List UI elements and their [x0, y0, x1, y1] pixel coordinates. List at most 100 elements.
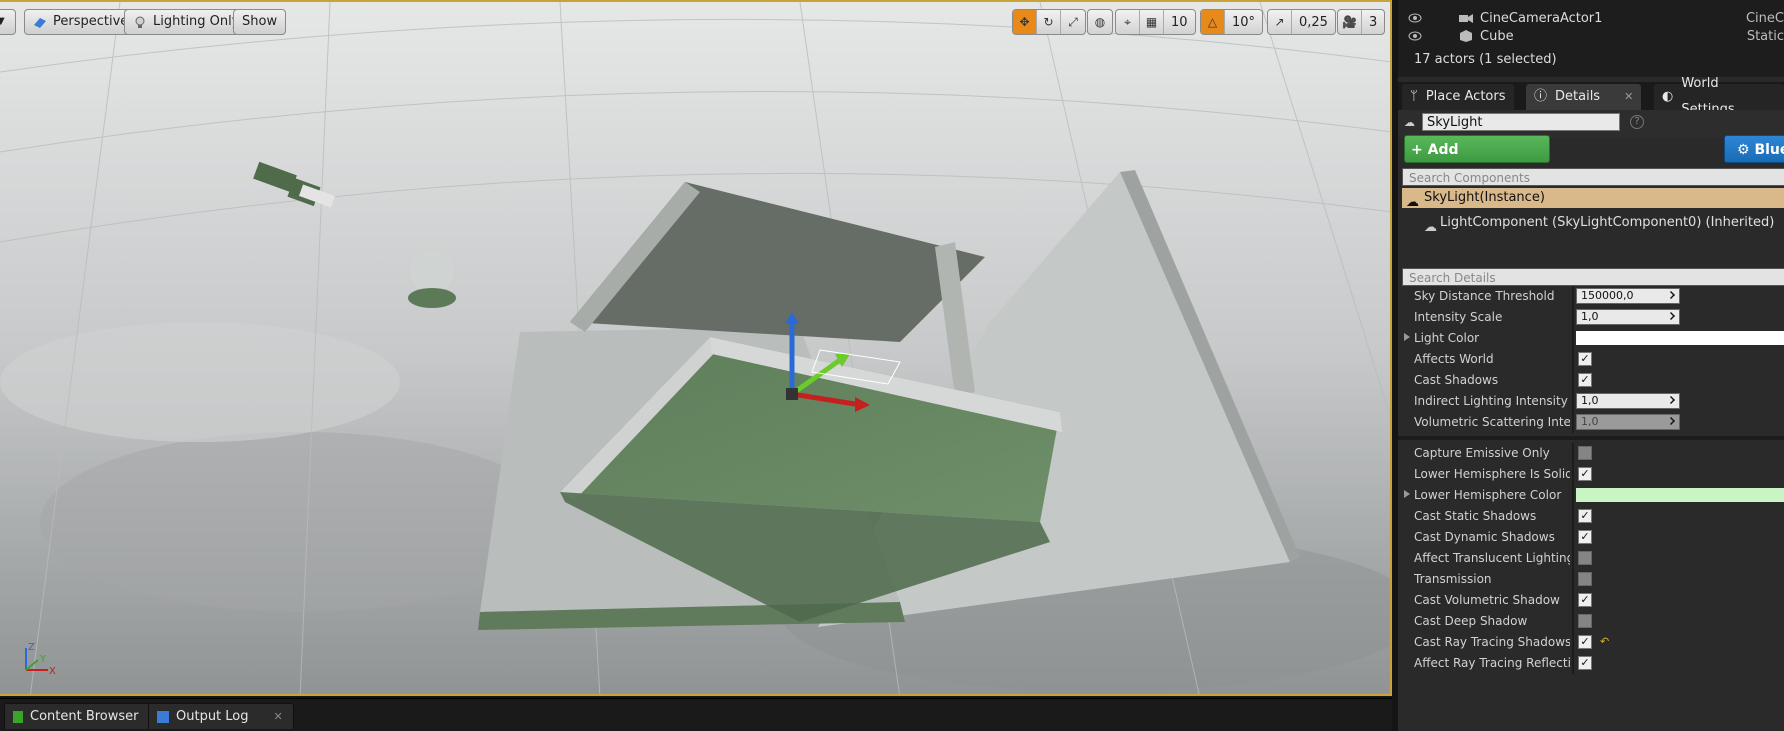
- outliner-row[interactable]: CineCameraActor1 CineC: [1398, 9, 1784, 27]
- capture-emissive-only-checkbox[interactable]: [1578, 446, 1592, 460]
- prop-sky-distance-threshold: Sky Distance Threshold 150000,0: [1398, 286, 1784, 307]
- prop-label: Sky Distance Threshold: [1414, 289, 1555, 303]
- close-icon[interactable]: ✕: [274, 705, 283, 729]
- tab-world-settings[interactable]: ◐ World Settings: [1654, 76, 1784, 117]
- scale-snap-value[interactable]: 0,25: [1292, 10, 1335, 34]
- divider: [1572, 653, 1574, 674]
- help-icon[interactable]: ?: [1630, 115, 1644, 129]
- actor-name-row: ☁ SkyLight ?: [1398, 110, 1784, 138]
- divider: [1572, 370, 1574, 391]
- prop-label: Cast Volumetric Shadow: [1414, 593, 1560, 607]
- blueprint-label: Blue: [1754, 142, 1784, 158]
- light-color-swatch[interactable]: [1576, 331, 1784, 345]
- indirect-lighting-intensity-field[interactable]: 1,0: [1576, 393, 1680, 409]
- divider: [1572, 569, 1574, 590]
- prop-transmission: Transmission: [1398, 569, 1784, 590]
- field-value: 1,0: [1581, 310, 1599, 323]
- show-flags-button[interactable]: Show: [233, 9, 287, 35]
- tab-output-log[interactable]: Output Log ✕: [148, 703, 294, 729]
- transmission-checkbox[interactable]: [1578, 572, 1592, 586]
- grid-snap-group: ⌖ ▦ 10: [1115, 9, 1196, 35]
- rotation-snap-value[interactable]: 10°: [1225, 10, 1262, 34]
- search-details-input[interactable]: Search Details: [1402, 268, 1784, 286]
- expand-arrow-icon[interactable]: [1404, 490, 1410, 498]
- field-value: 150000,0: [1581, 289, 1634, 302]
- cast-deep-shadow-checkbox[interactable]: [1578, 614, 1592, 628]
- drag-arrows-icon: [1667, 417, 1675, 425]
- view-mode-button[interactable]: Perspective: [24, 9, 138, 35]
- volumetric-scattering-intensity-field[interactable]: 1,0: [1576, 414, 1680, 430]
- cast-static-shadows-checkbox[interactable]: ✓: [1578, 509, 1592, 523]
- viewport-options-button[interactable]: ▼: [0, 9, 16, 35]
- axis-x-label: X: [49, 666, 56, 677]
- component-child-row[interactable]: ☁ LightComponent (SkyLightComponent0) (I…: [1402, 213, 1784, 235]
- visibility-eye-icon[interactable]: [1408, 13, 1422, 23]
- transform-mode-group: ✥ ↻ ⤢: [1012, 9, 1086, 35]
- outliner-row-type: CineC: [1745, 10, 1784, 26]
- grid-snap-value[interactable]: 10: [1164, 10, 1195, 34]
- camera-speed-icon[interactable]: 🎥: [1338, 10, 1362, 34]
- prop-label: Light Color: [1414, 331, 1480, 345]
- lightbulb-icon: [135, 16, 145, 28]
- divider: [1572, 412, 1574, 433]
- affect-translucent-lighting-checkbox[interactable]: [1578, 551, 1592, 565]
- scale-snap-icon[interactable]: ↗: [1268, 10, 1292, 34]
- prop-label: Cast Ray Tracing Shadows: [1414, 635, 1570, 649]
- prop-light-color: Light Color: [1398, 328, 1784, 349]
- rotate-mode-icon[interactable]: ↻: [1037, 10, 1061, 34]
- camera-speed-value[interactable]: 3: [1362, 10, 1384, 34]
- divider: [1572, 307, 1574, 328]
- lower-hemisphere-color-swatch[interactable]: [1576, 488, 1784, 502]
- lighting-mode-label: Lighting Only: [153, 14, 240, 29]
- scene-render: [0, 2, 1390, 694]
- close-icon[interactable]: ✕: [1624, 84, 1633, 110]
- affects-world-checkbox[interactable]: ✓: [1578, 352, 1592, 366]
- outliner-row[interactable]: Cube Static: [1398, 27, 1784, 45]
- expand-arrow-icon[interactable]: [1404, 333, 1410, 341]
- surface-snap-icon[interactable]: ⌖: [1116, 10, 1140, 34]
- divider: [1572, 464, 1574, 485]
- field-value: 1,0: [1581, 394, 1599, 407]
- camera-actor-icon: [1459, 14, 1473, 23]
- place-actors-icon: ᛘ: [1410, 89, 1418, 104]
- add-component-button[interactable]: + Add Component ▾: [1404, 135, 1550, 186]
- tab-place-actors[interactable]: ᛘ Place Actors: [1402, 84, 1514, 110]
- rotation-snap-icon[interactable]: △: [1201, 10, 1225, 34]
- drag-arrows-icon: [1667, 396, 1675, 404]
- world-space-icon[interactable]: ◍: [1088, 10, 1112, 34]
- tab-details[interactable]: ⓘ Details ✕: [1526, 84, 1642, 110]
- details-property-list: Sky Distance Threshold 150000,0 Intensit…: [1398, 286, 1784, 731]
- divider: [1572, 485, 1574, 506]
- cast-shadows-checkbox[interactable]: ✓: [1578, 373, 1592, 387]
- blueprint-button[interactable]: ⚙ Blue: [1724, 135, 1784, 163]
- affect-ray-tracing-reflections-checkbox[interactable]: ✓: [1578, 656, 1592, 670]
- search-components-input[interactable]: Search Components: [1402, 168, 1784, 186]
- intensity-scale-field[interactable]: 1,0: [1576, 309, 1680, 325]
- light-component-icon: ☁: [1424, 220, 1437, 235]
- prop-label: Affects World: [1414, 352, 1494, 366]
- prop-label: Cast Static Shadows: [1414, 509, 1537, 523]
- actor-name-field[interactable]: SkyLight: [1422, 113, 1620, 131]
- prop-label: Cast Dynamic Shadows: [1414, 530, 1555, 544]
- reset-to-default-icon[interactable]: ↶: [1600, 635, 1609, 648]
- cast-volumetric-shadow-checkbox[interactable]: ✓: [1578, 593, 1592, 607]
- grid-snap-icon[interactable]: ▦: [1140, 10, 1164, 34]
- rotation-snap-group: △ 10°: [1200, 9, 1264, 35]
- lower-hemisphere-solid-color-checkbox[interactable]: ✓: [1578, 467, 1592, 481]
- translate-mode-icon[interactable]: ✥: [1013, 10, 1037, 34]
- lighting-mode-button[interactable]: Lighting Only: [124, 9, 249, 35]
- sky-distance-threshold-field[interactable]: 150000,0: [1576, 288, 1680, 304]
- cast-ray-tracing-shadows-checkbox[interactable]: ✓: [1578, 635, 1592, 649]
- right-panel: CineCameraActor1 CineC Cube Static 17 ac…: [1398, 0, 1784, 731]
- level-viewport[interactable]: ▼ Perspective Lighting Only Show ✥ ↻ ⤢ ◍…: [0, 0, 1392, 696]
- outliner-row-type: Static: [1746, 28, 1784, 44]
- prop-affect-translucent-lighting: Affect Translucent Lighting: [1398, 548, 1784, 569]
- scale-mode-icon[interactable]: ⤢: [1061, 10, 1085, 34]
- chevron-down-icon: ▼: [0, 10, 5, 34]
- prop-cast-volumetric-shadow: Cast Volumetric Shadow ✓: [1398, 590, 1784, 611]
- visibility-eye-icon[interactable]: [1408, 31, 1422, 41]
- component-root-row[interactable]: ☁ SkyLight(Instance): [1402, 188, 1784, 210]
- divider: [1572, 349, 1574, 370]
- prop-label: Transmission: [1414, 572, 1492, 586]
- cast-dynamic-shadows-checkbox[interactable]: ✓: [1578, 530, 1592, 544]
